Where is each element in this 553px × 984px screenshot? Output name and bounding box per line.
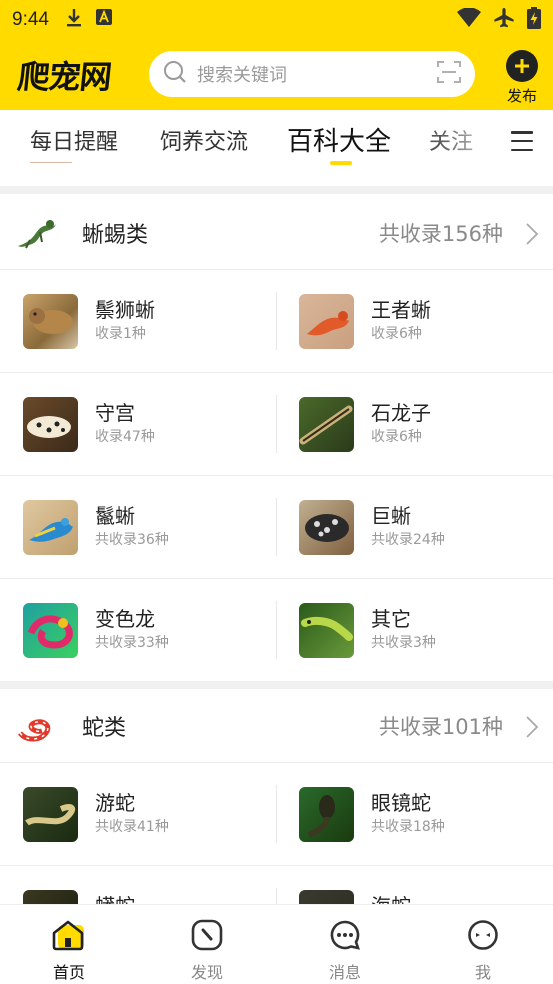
category-item-cobra[interactable]: 眼镜蛇 共收录18种 <box>276 763 552 866</box>
category-item-other[interactable]: 其它 共收录3种 <box>276 579 552 682</box>
section-header[interactable]: 蛇类 共收录101种 <box>0 689 553 763</box>
category-item-chameleon[interactable]: 变色龙 共收录33种 <box>0 579 276 682</box>
section-gap <box>0 186 553 194</box>
section-title: 蛇类 <box>82 715 127 741</box>
category-image <box>299 603 354 658</box>
category-name: 变色龙 <box>95 607 155 631</box>
category-image <box>23 787 78 842</box>
category-name: 石龙子 <box>371 401 431 425</box>
section-gap <box>0 681 553 689</box>
category-item-iguana[interactable]: 鬣蜥 共收录36种 <box>0 476 276 579</box>
search-icon <box>163 60 187 88</box>
category-image <box>299 787 354 842</box>
tab-active-indicator <box>330 161 352 165</box>
nav-discover[interactable]: 发现 <box>167 919 247 983</box>
category-count: 共收录18种 <box>371 819 445 835</box>
category-name: 其它 <box>371 607 411 631</box>
airplane-icon <box>493 7 515 33</box>
profile-face-icon <box>467 919 499 955</box>
category-name: 守宫 <box>95 401 135 425</box>
publish-button[interactable]: 发布 <box>505 50 539 106</box>
category-name: 王者蜥 <box>371 298 431 322</box>
tab-encyclopedia[interactable]: 百科大全 <box>287 121 391 158</box>
nav-label: 首页 <box>52 963 85 982</box>
category-count: 共收录33种 <box>95 635 169 651</box>
category-count: 共收录36种 <box>95 532 169 548</box>
snake-thumbnail <box>16 709 58 743</box>
category-name: 鬃狮蜥 <box>95 298 155 322</box>
section-title: 蜥蜴类 <box>82 222 149 248</box>
status-time: 9:44 <box>12 9 49 30</box>
category-row: 守宫 收录47种 石龙子 收录6种 <box>0 373 553 476</box>
app-header: 爬宠网 搜索关键词 发布 <box>0 40 553 110</box>
category-count: 收录1种 <box>95 326 146 342</box>
category-name: 鬣蜥 <box>95 504 135 528</box>
tab-fade <box>439 110 509 178</box>
plus-icon <box>506 50 538 82</box>
compass-icon <box>191 919 223 955</box>
category-item-colubrid[interactable]: 游蛇 共收录41种 <box>0 763 276 866</box>
category-image <box>23 603 78 658</box>
lizard-thumbnail <box>16 216 58 250</box>
a-box-icon <box>95 8 113 32</box>
category-image <box>299 397 354 452</box>
search-bar[interactable]: 搜索关键词 <box>149 51 475 97</box>
category-count: 共收录41种 <box>95 819 169 835</box>
category-count: 收录6种 <box>371 429 422 445</box>
category-image <box>299 294 354 349</box>
home-icon <box>52 919 86 955</box>
publish-label: 发布 <box>506 87 537 105</box>
category-item-bearded-dragon[interactable]: 鬃狮蜥 收录1种 <box>0 270 276 373</box>
tab-dots <box>30 162 72 163</box>
category-name: 眼镜蛇 <box>371 791 431 815</box>
category-item-skink[interactable]: 石龙子 收录6种 <box>276 373 552 476</box>
category-image <box>23 294 78 349</box>
nav-home[interactable]: 首页 <box>29 919 109 983</box>
battery-charging-icon <box>527 7 541 33</box>
category-image <box>23 397 78 452</box>
nav-me[interactable]: 我 <box>443 919 523 983</box>
app-logo[interactable]: 爬宠网 <box>16 52 114 98</box>
search-input[interactable]: 搜索关键词 <box>197 61 437 87</box>
category-image <box>299 500 354 555</box>
category-item-gecko[interactable]: 守宫 收录47种 <box>0 373 276 476</box>
nav-label: 消息 <box>328 963 361 982</box>
section-header[interactable]: 蜥蜴类 共收录156种 <box>0 196 553 270</box>
category-item-monitor-lizard[interactable]: 巨蜥 共收录24种 <box>276 476 552 579</box>
category-count: 共收录3种 <box>371 635 436 651</box>
bottom-navigation: 首页 发现 消息 我 <box>0 904 553 984</box>
section-lizards: 蜥蜴类 共收录156种 鬃狮蜥 收录1种 王者蜥 收录6种 守宫 收录47种 石… <box>0 196 553 682</box>
status-bar: 9:44 <box>0 0 553 40</box>
section-count: 共收录101种 <box>378 714 503 739</box>
tab-daily-reminder[interactable]: 每日提醒 <box>30 124 118 156</box>
chat-bubble-icon <box>329 919 361 955</box>
category-count: 共收录24种 <box>371 532 445 548</box>
wifi-icon <box>457 7 481 32</box>
nav-label: 发现 <box>190 963 223 982</box>
tab-feeding-exchange[interactable]: 饲养交流 <box>160 124 248 156</box>
nav-messages[interactable]: 消息 <box>305 919 385 983</box>
category-row: 鬃狮蜥 收录1种 王者蜥 收录6种 <box>0 270 553 373</box>
category-row: 鬣蜥 共收录36种 巨蜥 共收录24种 <box>0 476 553 579</box>
chevron-right-icon <box>525 715 539 743</box>
menu-icon[interactable] <box>511 131 533 151</box>
category-image <box>23 500 78 555</box>
scan-icon[interactable] <box>437 61 461 87</box>
category-row: 游蛇 共收录41种 眼镜蛇 共收录18种 <box>0 763 553 866</box>
category-tabs: 每日提醒 饲养交流 百科大全 关注 <box>0 110 553 178</box>
nav-label: 我 <box>474 963 491 982</box>
category-row: 变色龙 共收录33种 其它 共收录3种 <box>0 579 553 682</box>
chevron-right-icon <box>525 222 539 250</box>
category-item-king-lizard[interactable]: 王者蜥 收录6种 <box>276 270 552 373</box>
section-count: 共收录156种 <box>378 221 503 246</box>
download-icon <box>65 8 83 32</box>
category-name: 游蛇 <box>95 791 135 815</box>
category-count: 收录47种 <box>95 429 155 445</box>
category-name: 巨蜥 <box>371 504 411 528</box>
category-count: 收录6种 <box>371 326 422 342</box>
